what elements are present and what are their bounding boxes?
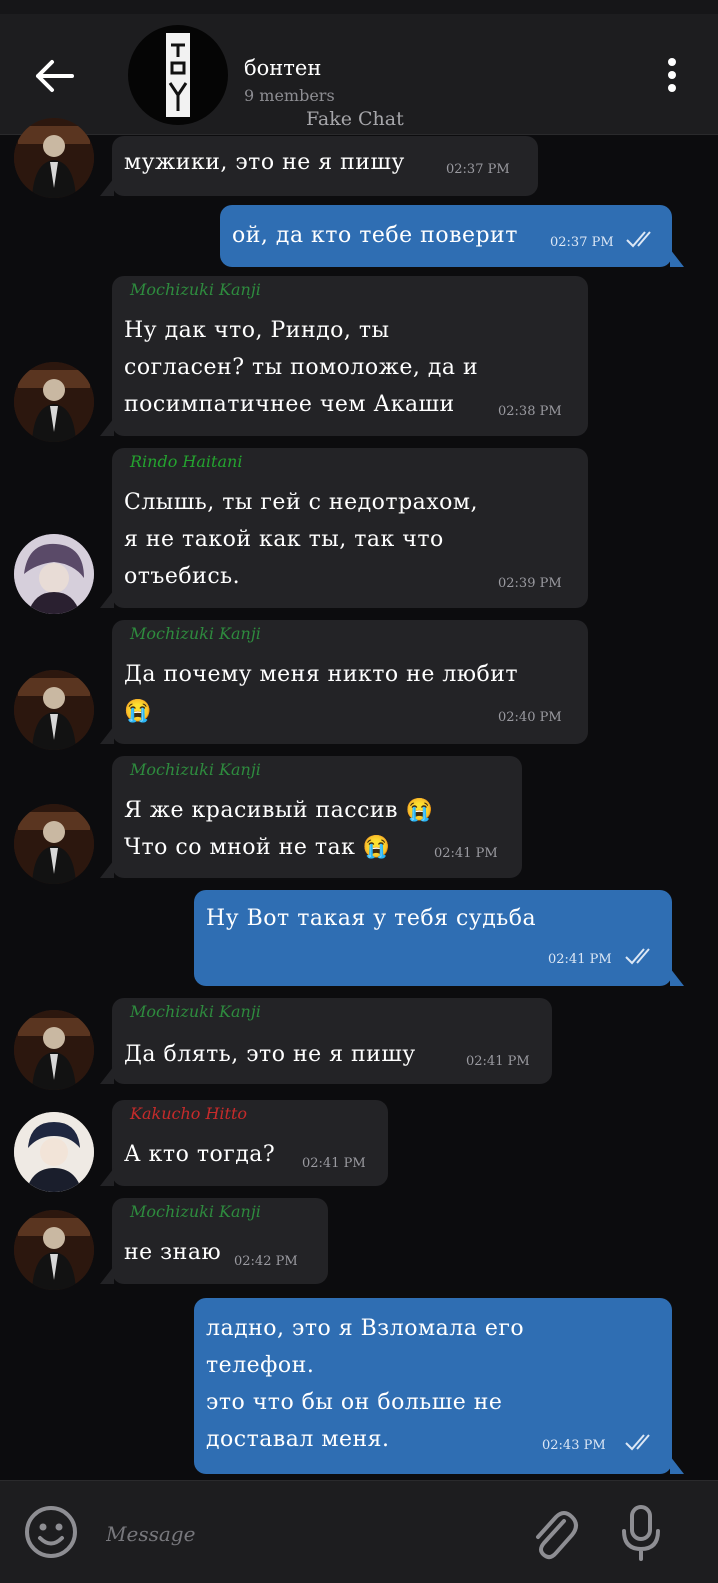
message-text: ой, да кто тебе поверит	[232, 223, 518, 248]
message-text: Да блять, это не я пишу	[124, 1042, 416, 1067]
message-bubble[interactable]: Rindo Haitani Слышь, ты гей с недотрахом…	[100, 448, 588, 608]
microphone-icon[interactable]	[620, 1503, 662, 1563]
sender-name[interactable]: Mochizuki Kanji	[130, 280, 261, 299]
message-bubble[interactable]: Mochizuki Kanji Да почему меня никто не …	[100, 620, 588, 744]
message-time: 02:41 PM	[466, 1054, 530, 1069]
message-bubble[interactable]: Mochizuki Kanji Ну дак что, Риндо, ты со…	[100, 276, 588, 436]
message-bubble[interactable]: мужики, это не я пишу 02:37 PM	[100, 136, 538, 196]
chat-title[interactable]: бонтен	[244, 56, 321, 80]
message-text: ладно, это я Взломала его	[206, 1316, 525, 1341]
message-time: 02:41 PM	[302, 1156, 366, 1171]
avatar-mochizuki-kanji[interactable]	[14, 670, 94, 750]
sender-name[interactable]: Mochizuki Kanji	[130, 624, 261, 643]
message-text: Ну дак что, Риндо, ты	[124, 318, 390, 343]
message-text: А кто тогда?	[124, 1142, 276, 1167]
message-bubble[interactable]: ладно, это я Взломала его телефон. это ч…	[194, 1298, 684, 1474]
message-time: 02:43 PM	[542, 1438, 606, 1453]
message-text: телефон.	[206, 1353, 315, 1378]
message-text: не знаю	[124, 1240, 222, 1265]
double-check-icon	[625, 948, 650, 965]
message-text: это что бы он больше не	[206, 1390, 503, 1415]
message-time: 02:40 PM	[498, 710, 562, 725]
message-input[interactable]	[104, 1517, 508, 1551]
emoji-icon[interactable]	[24, 1505, 78, 1559]
back-arrow-icon[interactable]	[30, 56, 78, 96]
message-time: 02:41 PM	[548, 952, 612, 967]
avatar-mochizuki-kanji[interactable]	[14, 118, 94, 198]
message-bubble[interactable]: Kakucho Hitto А кто тогда? 02:41 PM	[100, 1100, 388, 1186]
message-bubble[interactable]: Mochizuki Kanji Я же красивый пассив 😭 Ч…	[100, 756, 522, 878]
message-text: согласен? ты помоложе, да и	[124, 355, 479, 380]
message-text: Ну Вот такая у тебя судьба	[206, 906, 537, 931]
message-text: посимпатичнее чем Акаши	[124, 392, 455, 417]
message-bubble[interactable]: Ну Вот такая у тебя судьба 02:41 PM	[194, 890, 684, 986]
message-text: я не такой как ты, так что	[124, 527, 444, 552]
message-bubble[interactable]: Mochizuki Kanji не знаю 02:42 PM	[100, 1198, 328, 1284]
sender-name[interactable]: Kakucho Hitto	[130, 1104, 247, 1123]
group-avatar[interactable]	[128, 25, 228, 125]
avatar-kakucho-hitto[interactable]	[14, 1112, 94, 1192]
message-text: Я же красивый пассив 😭	[124, 798, 434, 823]
sender-name[interactable]: Mochizuki Kanji	[130, 1002, 261, 1021]
message-time: 02:41 PM	[434, 846, 498, 861]
sender-name[interactable]: Mochizuki Kanji	[130, 1202, 261, 1221]
message-time: 02:38 PM	[498, 404, 562, 419]
message-text: мужики, это не я пишу	[124, 150, 405, 175]
bonten-logo-icon	[166, 33, 190, 117]
member-count: 9 members	[244, 86, 335, 105]
message-text: отъебись.	[124, 564, 241, 589]
message-text: Слышь, ты гей с недотрахом,	[124, 490, 479, 515]
message-time: 02:39 PM	[498, 576, 562, 591]
avatar-mochizuki-kanji[interactable]	[14, 1010, 94, 1090]
avatar-rindo-haitani[interactable]	[14, 534, 94, 614]
message-text: Да почему меня никто не любит	[124, 662, 519, 687]
message-text: 😭	[124, 699, 152, 724]
double-check-icon	[625, 1434, 650, 1451]
watermark: Fake Chat	[306, 108, 404, 130]
chat-header: бонтен 9 members Fake Chat	[0, 14, 718, 135]
message-time: 02:42 PM	[234, 1254, 298, 1269]
message-bubble[interactable]: Mochizuki Kanji Да блять, это не я пишу …	[100, 998, 552, 1084]
message-time: 02:37 PM	[550, 235, 614, 250]
sender-name[interactable]: Mochizuki Kanji	[130, 760, 261, 779]
message-time: 02:37 PM	[446, 162, 510, 177]
sender-name[interactable]: Rindo Haitani	[130, 452, 242, 471]
message-text: Что со мной не так 😭	[124, 835, 391, 860]
avatar-mochizuki-kanji[interactable]	[14, 362, 94, 442]
more-menu-icon[interactable]	[664, 58, 680, 98]
message-text: доставал меня.	[206, 1427, 390, 1452]
double-check-icon	[626, 231, 651, 248]
paperclip-icon[interactable]	[526, 1505, 580, 1561]
avatar-mochizuki-kanji[interactable]	[14, 1210, 94, 1290]
message-bubble[interactable]: ой, да кто тебе поверит 02:37 PM	[220, 205, 684, 267]
status-bar	[0, 0, 718, 14]
avatar-mochizuki-kanji[interactable]	[14, 804, 94, 884]
message-composer	[0, 1480, 718, 1583]
